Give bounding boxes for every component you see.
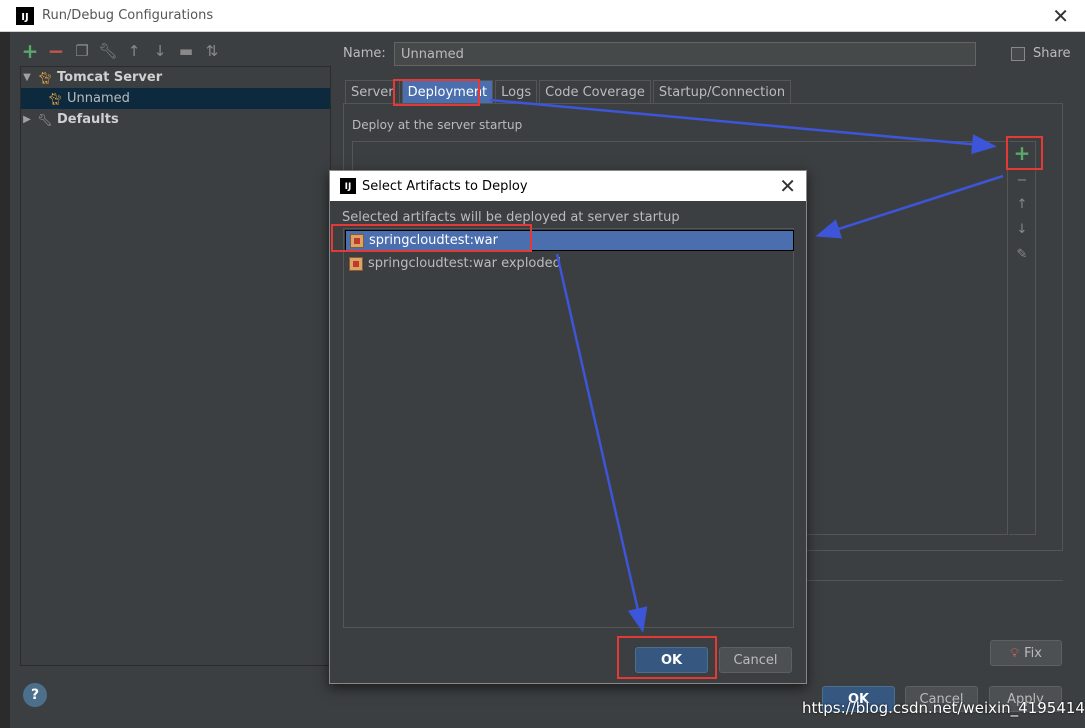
collapse-arrow-icon[interactable]: ▶ [21,114,33,125]
tab-server[interactable]: Server [345,80,400,104]
tree-item-tomcat-server[interactable]: ▼ 🐈︎ Tomcat Server [21,67,330,88]
watermark-text: https://blog.csdn.net/weixin_41954142 [802,699,1085,717]
share-label: Share [1033,46,1071,61]
share-checkbox-group[interactable]: Share [1011,46,1071,61]
tree-item-defaults[interactable]: ▶ 🔧︎ Defaults [21,109,330,130]
expand-arrow-icon[interactable]: ▼ [21,72,33,83]
tab-logs[interactable]: Logs [495,80,538,104]
artifact-item-war-exploded[interactable]: springcloudtest:war exploded [345,253,794,274]
config-tabs: Server Deployment Logs Code Coverage Sta… [345,80,793,104]
war-artifact-icon [350,233,364,248]
move-down-icon[interactable]: ↓ [1011,219,1033,239]
artifact-item-war[interactable]: springcloudtest:war [345,230,794,251]
dialog-description: Selected artifacts will be deployed at s… [342,210,680,225]
tree-item-unnamed[interactable]: 🐈︎ Unnamed [21,88,330,109]
war-exploded-artifact-icon [349,256,363,271]
help-icon[interactable]: ? [23,683,47,707]
tree-item-label: Defaults [57,112,119,127]
dialog-cancel-button[interactable]: Cancel [719,647,792,673]
background-editor-strip [0,32,10,728]
dialog-ok-button[interactable]: OK [635,647,708,673]
tab-deployment[interactable]: Deployment [401,80,494,104]
add-icon[interactable]: + [20,39,40,63]
arrow-down-icon[interactable]: ↓ [150,41,170,61]
copy-icon[interactable]: ❐ [72,41,92,61]
window-title: Run/Debug Configurations [42,8,214,23]
intellij-logo-icon: IJ [16,6,34,25]
select-artifacts-dialog: IJ Select Artifacts to Deploy ✕ Selected… [329,170,807,684]
dialog-close-icon[interactable]: ✕ [779,174,796,198]
sort-icon[interactable]: ⇅ [202,41,222,61]
tree-item-label: Unnamed [67,91,130,106]
config-tree: ▼ 🐈︎ Tomcat Server 🐈︎ Unnamed ▶ 🔧︎ Defau… [20,66,331,666]
remove-artifact-icon[interactable]: − [1011,170,1033,190]
name-label: Name: [343,46,386,61]
dialog-title: Select Artifacts to Deploy [362,178,528,194]
name-input[interactable] [394,42,976,66]
window-titlebar: IJ Run/Debug Configurations ✕ [0,0,1085,32]
warning-bulb-icon: 💡︎ [1010,645,1020,661]
remove-icon[interactable]: − [46,39,66,63]
artifact-list: springcloudtest:war springcloudtest:war … [343,228,794,628]
intellij-logo-icon: IJ [340,178,356,194]
move-up-icon[interactable]: ↑ [1011,194,1033,214]
folder-icon[interactable]: ▬ [176,41,196,61]
window-close-icon[interactable]: ✕ [1052,4,1069,28]
config-toolbar: + − ❐ 🔧︎ ↑ ↓ ▬ ⇅ [20,39,222,63]
tab-code-coverage[interactable]: Code Coverage [539,80,651,104]
tomcat-icon: 🐈︎ [37,70,53,85]
arrow-up-icon[interactable]: ↑ [124,41,144,61]
wrench-icon[interactable]: 🔧︎ [98,41,118,61]
add-artifact-icon[interactable]: + [1011,141,1033,165]
dialog-titlebar: IJ Select Artifacts to Deploy ✕ [330,171,806,201]
fix-button[interactable]: 💡︎ Fix [990,640,1062,666]
edit-pencil-icon[interactable]: ✎ [1011,244,1033,264]
wrench-icon: 🔧︎ [37,112,53,127]
tab-startup-connection[interactable]: Startup/Connection [652,80,792,104]
tomcat-icon: 🐈︎ [47,91,63,106]
share-checkbox[interactable] [1011,46,1025,61]
deploy-section-label: Deploy at the server startup [352,118,523,132]
tree-item-label: Tomcat Server [57,70,163,85]
